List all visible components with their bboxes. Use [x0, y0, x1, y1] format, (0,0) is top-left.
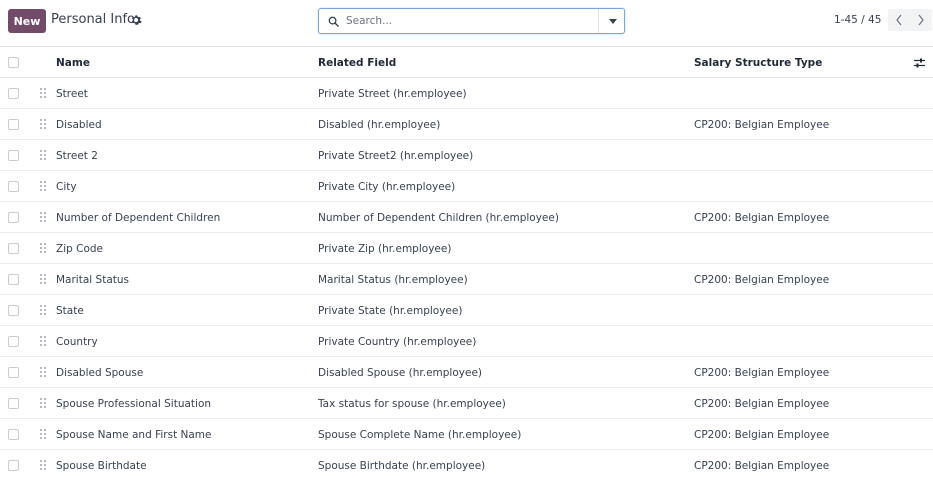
row-checkbox[interactable]: [8, 212, 19, 223]
drag-handle-icon[interactable]: [39, 335, 47, 347]
table-row[interactable]: Street Private Street (hr.employee): [0, 78, 933, 109]
table-row[interactable]: Spouse Birthdate Spouse Birthdate (hr.emp…: [0, 450, 933, 480]
search-input[interactable]: Search...: [346, 15, 392, 27]
table-row[interactable]: City Private City (hr.employee): [0, 171, 933, 202]
drag-handle-icon[interactable]: [39, 397, 47, 409]
cell-name: Street 2: [56, 150, 98, 162]
table-header: Name Related Field Salary Structure Type: [0, 46, 933, 78]
drag-handle-icon[interactable]: [39, 459, 47, 471]
cell-related-field: Disabled Spouse (hr.employee): [318, 367, 482, 379]
cell-salary-structure-type: CP200: Belgian Employee: [694, 274, 830, 286]
row-checkbox[interactable]: [8, 119, 19, 130]
row-checkbox[interactable]: [8, 150, 19, 161]
cell-salary-structure-type: CP200: Belgian Employee: [694, 212, 830, 224]
select-all-checkbox[interactable]: [8, 57, 19, 68]
cell-related-field: Marital Status (hr.employee): [318, 274, 468, 286]
cell-salary-structure-type: CP200: Belgian Employee: [694, 367, 830, 379]
table-row[interactable]: Disabled Spouse Disabled Spouse (hr.emplo…: [0, 357, 933, 388]
table-row[interactable]: Country Private Country (hr.employee): [0, 326, 933, 357]
column-header-salary-structure-type[interactable]: Salary Structure Type: [694, 57, 822, 69]
column-header-related-field[interactable]: Related Field: [318, 57, 396, 69]
new-button[interactable]: New: [8, 9, 46, 33]
list-table: Name Related Field Salary Structure Type…: [0, 46, 933, 480]
cell-name: Spouse Name and First Name: [56, 429, 212, 441]
drag-handle-icon[interactable]: [39, 273, 47, 285]
row-checkbox[interactable]: [8, 429, 19, 440]
cell-salary-structure-type: CP200: Belgian Employee: [694, 429, 830, 441]
cell-name: City: [56, 181, 77, 193]
control-panel: New Personal Info Search... 1-45 / 45: [0, 0, 933, 46]
cell-related-field: Private Country (hr.employee): [318, 336, 477, 348]
cell-name: State: [56, 305, 84, 317]
chevron-right-icon: [918, 14, 924, 26]
cell-name: Country: [56, 336, 98, 348]
row-checkbox[interactable]: [8, 181, 19, 192]
drag-handle-icon[interactable]: [39, 118, 47, 130]
cell-salary-structure-type: CP200: Belgian Employee: [694, 460, 830, 472]
search-bar[interactable]: Search...: [318, 8, 625, 34]
chevron-down-icon[interactable]: [609, 19, 617, 24]
page-title: Personal Info: [51, 12, 135, 27]
row-checkbox[interactable]: [8, 274, 19, 285]
table-row[interactable]: State Private State (hr.employee): [0, 295, 933, 326]
cell-related-field: Tax status for spouse (hr.employee): [318, 398, 506, 410]
table-row[interactable]: Spouse Professional Situation Tax status …: [0, 388, 933, 419]
drag-handle-icon[interactable]: [39, 304, 47, 316]
cell-salary-structure-type: CP200: Belgian Employee: [694, 398, 830, 410]
cell-related-field: Private Zip (hr.employee): [318, 243, 452, 255]
cell-name: Street: [56, 88, 88, 100]
drag-handle-icon[interactable]: [39, 428, 47, 440]
table-row[interactable]: Zip Code Private Zip (hr.employee): [0, 233, 933, 264]
chevron-left-icon: [896, 14, 902, 26]
cell-name: Spouse Birthdate: [56, 460, 147, 472]
drag-handle-icon[interactable]: [39, 87, 47, 99]
cell-related-field: Disabled (hr.employee): [318, 119, 441, 131]
drag-handle-icon[interactable]: [39, 366, 47, 378]
table-row[interactable]: Marital Status Marital Status (hr.employe…: [0, 264, 933, 295]
cell-name: Zip Code: [56, 243, 103, 255]
row-checkbox[interactable]: [8, 336, 19, 347]
cell-related-field: Private Street (hr.employee): [318, 88, 467, 100]
cell-related-field: Spouse Complete Name (hr.employee): [318, 429, 522, 441]
drag-handle-icon[interactable]: [39, 149, 47, 161]
cell-name: Spouse Professional Situation: [56, 398, 212, 410]
drag-handle-icon[interactable]: [39, 242, 47, 254]
optional-columns-icon[interactable]: [913, 57, 926, 69]
cell-salary-structure-type: CP200: Belgian Employee: [694, 119, 830, 131]
table-body: Street Private Street (hr.employee) Disabl…: [0, 78, 933, 480]
search-divider: [598, 9, 599, 33]
pager-previous-button[interactable]: [888, 9, 910, 31]
gear-icon[interactable]: [130, 14, 142, 26]
table-row[interactable]: Spouse Name and First Name Spouse Complet…: [0, 419, 933, 450]
row-checkbox[interactable]: [8, 305, 19, 316]
column-header-name[interactable]: Name: [56, 57, 90, 69]
cell-related-field: Private State (hr.employee): [318, 305, 463, 317]
row-checkbox[interactable]: [8, 460, 19, 471]
cell-name: Disabled Spouse: [56, 367, 144, 379]
cell-related-field: Private Street2 (hr.employee): [318, 150, 474, 162]
row-checkbox[interactable]: [8, 243, 19, 254]
cell-name: Marital Status: [56, 274, 129, 286]
row-checkbox[interactable]: [8, 88, 19, 99]
table-row[interactable]: Disabled Disabled (hr.employee) CP200: Bel…: [0, 109, 933, 140]
table-row[interactable]: Street 2 Private Street2 (hr.employee): [0, 140, 933, 171]
row-checkbox[interactable]: [8, 398, 19, 409]
table-row[interactable]: Number of Dependent Children Number of De…: [0, 202, 933, 233]
pager-value[interactable]: 1-45 / 45: [834, 14, 881, 26]
cell-name: Disabled: [56, 119, 102, 131]
drag-handle-icon[interactable]: [39, 211, 47, 223]
cell-name: Number of Dependent Children: [56, 212, 221, 224]
cell-related-field: Private City (hr.employee): [318, 181, 456, 193]
cell-related-field: Number of Dependent Children (hr.employe…: [318, 212, 559, 224]
pager-next-button[interactable]: [910, 9, 932, 31]
cell-related-field: Spouse Birthdate (hr.employee): [318, 460, 486, 472]
row-checkbox[interactable]: [8, 367, 19, 378]
search-icon: [328, 16, 339, 27]
drag-handle-icon[interactable]: [39, 180, 47, 192]
